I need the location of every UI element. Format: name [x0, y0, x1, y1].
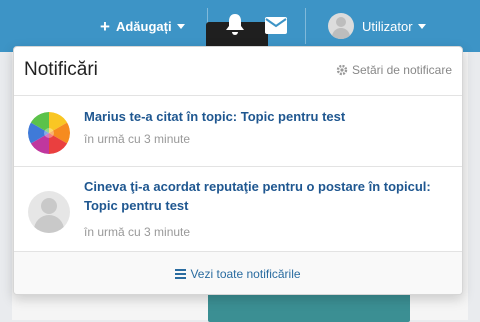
navbar-divider — [305, 8, 306, 44]
notification-text: Marius te-a citat în topic: Topic pentru… — [84, 109, 346, 124]
top-navbar: + Adăugați Utilizator — [0, 0, 480, 52]
plus-icon: + — [100, 16, 110, 36]
notification-settings-label: Setări de notificare — [351, 63, 452, 77]
caret-down-icon — [176, 23, 185, 29]
bell-icon — [226, 14, 244, 35]
envelope-icon[interactable] — [265, 17, 287, 34]
notifications-dropdown: Notificări Setări de notificare Marius t… — [13, 46, 463, 295]
dropdown-title: Notificări — [24, 59, 98, 80]
dropdown-header: Notificări Setări de notificare — [14, 47, 462, 96]
default-user-avatar — [28, 191, 70, 233]
add-button-label: Adăugați — [115, 18, 172, 34]
notification-item[interactable]: Marius te-a citat în topic: Topic pentru… — [14, 96, 462, 167]
notification-time: în urmă cu 3 minute — [84, 225, 191, 239]
notification-item[interactable]: Cineva ţi-a acordat reputaţie pentru o p… — [14, 167, 462, 252]
user-menu-button[interactable]: Utilizator — [328, 13, 426, 39]
notification-text: Cineva ţi-a acordat reputaţie pentru o p… — [84, 179, 431, 213]
gear-icon — [336, 64, 348, 76]
view-all-notifications-link[interactable]: Vezi toate notificările — [14, 252, 462, 294]
notifications-button[interactable] — [206, 0, 268, 52]
color-wheel-avatar — [28, 112, 70, 154]
notification-time: în urmă cu 3 minute — [84, 132, 191, 146]
avatar-icon — [328, 13, 354, 39]
caret-down-icon — [417, 23, 426, 29]
add-dropdown-button[interactable]: + Adăugați — [100, 13, 185, 39]
user-name-label: Utilizator — [362, 18, 413, 34]
list-icon — [175, 269, 187, 279]
page-action-button[interactable] — [208, 292, 410, 322]
notification-settings-link[interactable]: Setări de notificare — [336, 63, 452, 77]
view-all-label: Vezi toate notificările — [190, 267, 301, 281]
